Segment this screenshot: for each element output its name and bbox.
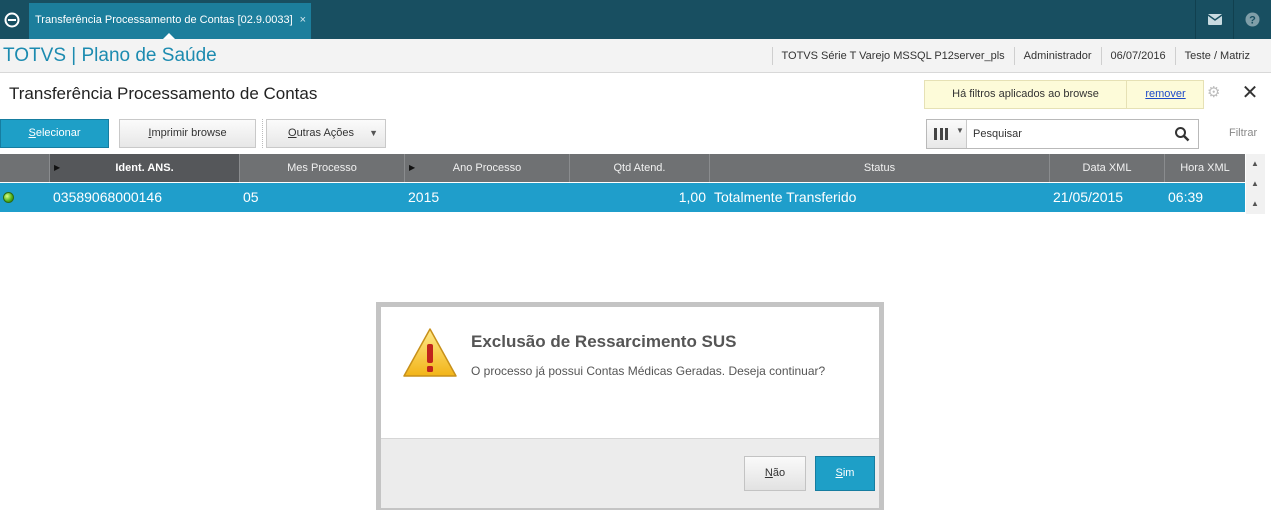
scroll-page-up-icon[interactable]: ▲ xyxy=(1250,178,1260,190)
status-dot-icon xyxy=(3,192,14,203)
column-header-ano[interactable]: ▶ Ano Processo xyxy=(405,154,570,182)
filter-notice: Há filtros aplicados ao browse remover xyxy=(924,80,1204,109)
totvs-logo-icon[interactable] xyxy=(0,0,24,39)
other-actions-button[interactable]: Outras Ações ▼ xyxy=(266,119,386,148)
sort-arrow-icon: ▶ xyxy=(54,163,61,172)
columns-icon xyxy=(934,128,948,140)
remove-filter-link[interactable]: remover xyxy=(1128,81,1203,108)
cell-ident: 03589068000146 xyxy=(53,189,163,205)
cell-hora-xml: 06:39 xyxy=(1168,189,1204,205)
tab-close-icon[interactable]: × xyxy=(300,3,306,38)
cell-mes: 05 xyxy=(243,189,259,205)
gear-icon[interactable]: ⚙ xyxy=(1207,85,1223,101)
dialog-footer: Não Sim xyxy=(381,438,879,508)
app-title: TOTVS | Plano de Saúde xyxy=(3,45,217,66)
search-box: ▼ xyxy=(926,119,1199,149)
chevron-down-icon: ▼ xyxy=(956,126,964,135)
svg-text:?: ? xyxy=(1249,15,1256,27)
close-icon[interactable]: ✕ xyxy=(1240,82,1260,104)
column-header-status[interactable] xyxy=(0,154,50,182)
print-browse-button[interactable]: Imprimir browse xyxy=(119,119,256,148)
column-header-ident[interactable]: ▶ Ident. ANS. xyxy=(50,154,240,182)
column-header-status-text[interactable]: Status xyxy=(710,154,1050,182)
warning-icon xyxy=(403,328,457,377)
column-header-qtd[interactable]: Qtd Atend. xyxy=(570,154,710,182)
dialog-title: Exclusão de Ressarcimento SUS xyxy=(471,332,737,351)
filter-button[interactable]: Filtrar xyxy=(1229,127,1257,139)
help-icon: ? xyxy=(1245,12,1260,27)
cell-status: Totalmente Transferido xyxy=(714,189,857,205)
column-header-hora-xml[interactable]: Hora XML xyxy=(1165,154,1245,182)
search-input[interactable] xyxy=(973,124,1168,144)
toolbar-divider xyxy=(262,119,263,148)
help-button[interactable]: ? xyxy=(1233,0,1271,39)
chevron-down-icon: ▼ xyxy=(369,128,378,138)
mail-icon xyxy=(1207,14,1222,25)
environment-label[interactable]: TOTVS Série T Varejo MSSQL P12server_pls xyxy=(771,47,1014,65)
filter-notice-text: Há filtros aplicados ao browse xyxy=(925,81,1127,108)
tab-label: Transferência Processamento de Contas [0… xyxy=(35,14,293,26)
top-bar: Transferência Processamento de Contas [0… xyxy=(0,0,1271,39)
yes-button[interactable]: Sim xyxy=(815,456,875,491)
vertical-scrollbar[interactable]: ▲ ▲ ▲ xyxy=(1246,154,1265,214)
scroll-top-icon[interactable]: ▲ xyxy=(1250,158,1260,170)
page-title: Transferência Processamento de Contas xyxy=(9,84,318,103)
dialog-message: O processo já possui Contas Médicas Gera… xyxy=(471,364,826,378)
cell-ano: 2015 xyxy=(408,189,440,205)
scroll-up-icon[interactable]: ▲ xyxy=(1250,198,1260,210)
confirm-dialog: Exclusão de Ressarcimento SUS O processo… xyxy=(376,302,884,510)
column-selector-button[interactable]: ▼ xyxy=(927,120,967,148)
sort-arrow-icon: ▶ xyxy=(409,163,416,172)
cell-data-xml: 21/05/2015 xyxy=(1053,189,1124,205)
table-row[interactable]: 03589068000146 05 2015 1,00 Totalmente T… xyxy=(0,183,1245,212)
tab-transferencia[interactable]: Transferência Processamento de Contas [0… xyxy=(29,3,311,39)
user-label[interactable]: Administrador xyxy=(1013,47,1101,65)
column-header-data-xml[interactable]: Data XML xyxy=(1050,154,1165,182)
date-label[interactable]: 06/07/2016 xyxy=(1100,47,1175,65)
mail-button[interactable] xyxy=(1195,0,1233,39)
column-header-mes[interactable]: Mes Processo xyxy=(240,154,405,182)
search-icon[interactable] xyxy=(1174,126,1190,142)
cell-qtd: 1,00 xyxy=(678,189,706,205)
session-info: TOTVS Série T Varejo MSSQL P12server_pls… xyxy=(771,39,1259,73)
select-button[interactable]: Selecionar xyxy=(0,119,109,148)
branch-label[interactable]: Teste / Matriz xyxy=(1174,47,1259,65)
app-header: TOTVS | Plano de Saúde TOTVS Série T Var… xyxy=(0,39,1271,73)
dialog-body: Exclusão de Ressarcimento SUS O processo… xyxy=(381,307,879,508)
no-button[interactable]: Não xyxy=(744,456,806,491)
grid-header: ▶ Ident. ANS. Mes Processo ▶ Ano Process… xyxy=(0,154,1245,182)
